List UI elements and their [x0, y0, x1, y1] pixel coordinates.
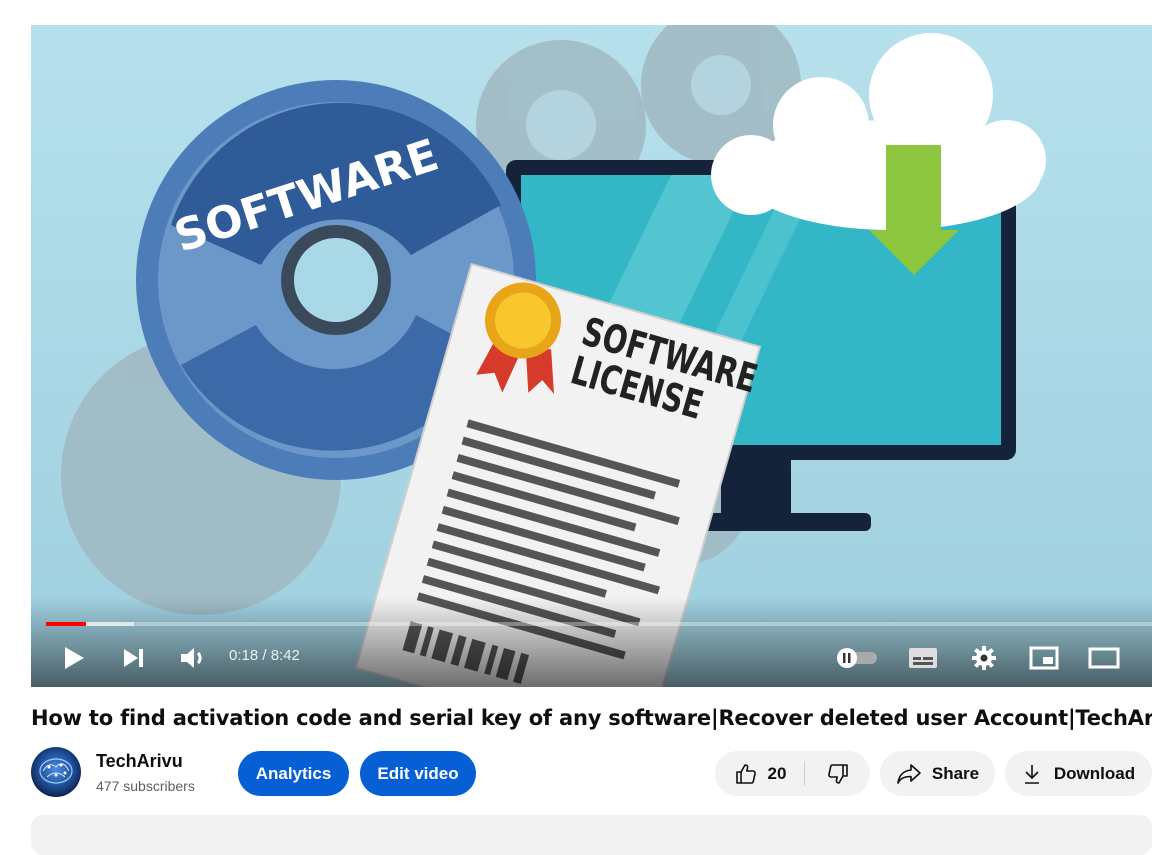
- thumbs-down-icon: [827, 763, 848, 784]
- analytics-button[interactable]: Analytics: [238, 751, 349, 796]
- dislike-button[interactable]: [805, 751, 870, 796]
- play-icon: [65, 647, 84, 669]
- share-label: Share: [931, 763, 980, 783]
- subtitles-icon: [909, 648, 937, 668]
- mute-button[interactable]: [176, 640, 210, 676]
- download-label: Download: [1053, 763, 1136, 783]
- share-arrow-icon: [897, 763, 921, 784]
- video-thumbnail-frame: SOFTWARE SOFTWARE LICENSE: [31, 25, 1152, 687]
- video-player[interactable]: SOFTWARE SOFTWARE LICENSE 0:18 / 8:42: [31, 25, 1152, 687]
- thumbs-up-icon: [735, 763, 756, 784]
- download-button[interactable]: Download: [1005, 751, 1152, 796]
- time-display: 0:18 / 8:42: [229, 647, 300, 664]
- settings-gear-icon: [972, 646, 996, 670]
- subtitles-button[interactable]: [905, 640, 941, 676]
- channel-avatar[interactable]: [31, 747, 81, 797]
- progress-played: [46, 622, 86, 626]
- miniplayer-icon: [1029, 646, 1059, 670]
- share-button[interactable]: Share: [880, 751, 995, 796]
- progress-bar[interactable]: [46, 622, 1152, 626]
- theater-mode-button[interactable]: [1086, 640, 1122, 676]
- like-button[interactable]: 20: [715, 751, 805, 796]
- video-title: How to find activation code and serial k…: [31, 706, 1152, 730]
- miniplayer-button[interactable]: [1026, 640, 1062, 676]
- next-button[interactable]: [119, 640, 149, 676]
- subscriber-count: 477 subscribers: [96, 778, 195, 794]
- play-button[interactable]: [59, 640, 89, 676]
- edit-video-button[interactable]: Edit video: [360, 751, 476, 796]
- volume-icon: [181, 648, 202, 668]
- channel-name[interactable]: TechArivu: [96, 751, 183, 772]
- settings-button[interactable]: [966, 640, 1002, 676]
- like-dislike-group: 20: [715, 751, 870, 796]
- like-count: 20: [767, 763, 787, 783]
- autoplay-toggle[interactable]: [834, 640, 880, 676]
- description-box[interactable]: [31, 815, 1152, 855]
- download-icon: [1024, 764, 1039, 784]
- brain-logo-icon: [31, 747, 81, 797]
- next-icon: [124, 649, 143, 667]
- theater-mode-icon: [1088, 647, 1120, 669]
- autoplay-toggle-icon: [837, 648, 877, 668]
